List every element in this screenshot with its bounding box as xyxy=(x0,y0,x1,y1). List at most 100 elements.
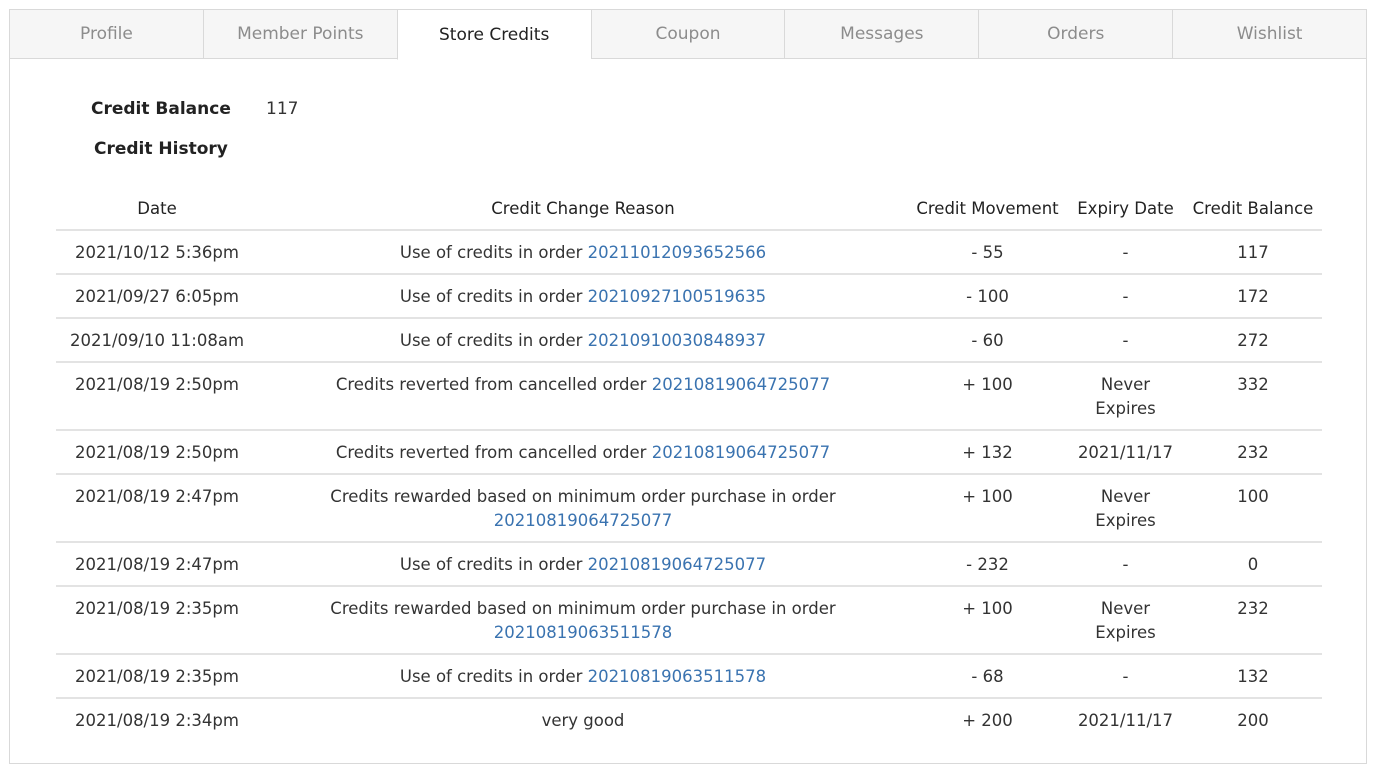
order-link[interactable]: 20210819064725077 xyxy=(494,511,672,530)
reason-text: very good xyxy=(541,711,625,730)
order-link[interactable]: 20210819064725077 xyxy=(588,555,766,574)
table-row: 2021/08/19 2:47pm Use of credits in orde… xyxy=(56,542,1322,587)
credit-balance-value: 117 xyxy=(266,99,299,119)
row-expiry: 2021/11/17 xyxy=(1067,430,1184,475)
row-expiry: - xyxy=(1067,542,1184,587)
order-link[interactable]: 20210819063511578 xyxy=(588,667,766,686)
row-movement: + 100 xyxy=(908,586,1067,655)
row-reason: Credits rewarded based on minimum order … xyxy=(258,474,908,543)
order-link[interactable]: 20210910030848937 xyxy=(588,331,766,350)
row-date: 2021/09/27 6:05pm xyxy=(56,274,258,319)
row-reason: very good xyxy=(258,698,908,741)
row-expiry: - xyxy=(1067,318,1184,363)
row-balance: 172 xyxy=(1184,274,1322,319)
header-date: Date xyxy=(56,187,258,231)
row-movement: + 200 xyxy=(962,711,1013,730)
row-expiry: - xyxy=(1067,274,1184,319)
row-reason: Use of credits in order 2021081906472507… xyxy=(258,542,908,587)
row-balance: 132 xyxy=(1184,654,1322,699)
row-date: 2021/08/19 2:47pm xyxy=(56,474,258,543)
table-row: 2021/08/19 2:35pm Use of credits in orde… xyxy=(56,654,1322,699)
row-reason: Credits reverted from cancelled order 20… xyxy=(258,362,908,431)
row-date: 2021/08/19 2:35pm xyxy=(56,586,258,655)
credit-balance-label: Credit Balance xyxy=(91,99,231,119)
order-link[interactable]: 20210819064725077 xyxy=(652,375,830,394)
row-expiry: Never Expires xyxy=(1067,586,1184,655)
order-link[interactable]: 20210819063511578 xyxy=(494,623,672,642)
table-row: 2021/09/27 6:05pm Use of credits in orde… xyxy=(56,274,1322,319)
credit-history-label: Credit History xyxy=(94,139,228,159)
table-row: 2021/08/19 2:50pm Credits reverted from … xyxy=(56,430,1322,475)
row-movement: - 100 xyxy=(908,274,1067,319)
credit-history-table: Date Credit Change Reason Credit Movemen… xyxy=(56,187,1322,741)
table-row: 2021/08/19 2:34pm very good + 200 2021/1… xyxy=(56,698,1322,741)
row-balance: 232 xyxy=(1184,586,1322,655)
reason-text: Use of credits in order xyxy=(399,331,588,350)
reason-text: Use of credits in order xyxy=(399,287,588,306)
order-link[interactable]: 20210927100519635 xyxy=(588,287,766,306)
row-reason: Credits rewarded based on minimum order … xyxy=(258,586,908,655)
table-row: 2021/10/12 5:36pm Use of credits in orde… xyxy=(56,230,1322,275)
table-row: 2021/08/19 2:50pm Credits reverted from … xyxy=(56,362,1322,431)
row-expiry: 2021/11/17 xyxy=(1077,711,1174,730)
row-expiry: Never Expires xyxy=(1067,474,1184,543)
tab-wishlist[interactable]: Wishlist xyxy=(1172,9,1368,59)
tab-messages[interactable]: Messages xyxy=(784,9,979,59)
reason-text: Use of credits in order xyxy=(399,243,588,262)
store-credits-panel: Credit Balance 117 Credit History Date C… xyxy=(9,58,1367,764)
row-movement: - 232 xyxy=(908,542,1067,587)
order-link[interactable]: 20210819064725077 xyxy=(652,443,830,462)
row-date: 2021/08/19 2:35pm xyxy=(56,654,258,699)
table-header-row: Date Credit Change Reason Credit Movemen… xyxy=(56,187,1322,231)
row-reason: Use of credits in order 2021101209365256… xyxy=(258,230,908,275)
credit-history-body: 2021/10/12 5:36pm Use of credits in orde… xyxy=(56,230,1322,741)
row-date: 2021/08/19 2:50pm xyxy=(56,430,258,475)
header-balance: Credit Balance xyxy=(1184,187,1322,231)
row-movement: - 68 xyxy=(908,654,1067,699)
row-balance: 117 xyxy=(1184,230,1322,275)
row-movement: - 60 xyxy=(908,318,1067,363)
row-balance: 232 xyxy=(1184,430,1322,475)
reason-text: Credits reverted from cancelled order xyxy=(335,443,652,462)
row-movement: - 55 xyxy=(908,230,1067,275)
row-balance: 272 xyxy=(1184,318,1322,363)
row-reason: Credits reverted from cancelled order 20… xyxy=(258,430,908,475)
row-balance: 200 xyxy=(1237,711,1269,730)
tab-coupon[interactable]: Coupon xyxy=(590,9,785,59)
row-date: 2021/09/10 11:08am xyxy=(56,318,258,363)
row-date: 2021/08/19 2:34pm xyxy=(75,711,239,730)
header-reason: Credit Change Reason xyxy=(258,187,908,231)
row-balance: 0 xyxy=(1184,542,1322,587)
row-balance: 100 xyxy=(1184,474,1322,543)
reason-text: Use of credits in order xyxy=(399,555,588,574)
order-link[interactable]: 20211012093652566 xyxy=(588,243,766,262)
row-movement: + 132 xyxy=(908,430,1067,475)
row-movement: + 100 xyxy=(908,362,1067,431)
reason-text: Credits rewarded based on minimum order … xyxy=(330,487,836,506)
reason-text: Credits reverted from cancelled order xyxy=(335,375,652,394)
account-tabs: Profile Member Points Store Credits Coup… xyxy=(9,9,1368,60)
tab-profile[interactable]: Profile xyxy=(9,9,203,59)
table-row: 2021/09/10 11:08am Use of credits in ord… xyxy=(56,318,1322,363)
row-reason: Use of credits in order 2021091003084893… xyxy=(258,318,908,363)
account-frame: Profile Member Points Store Credits Coup… xyxy=(9,9,1368,764)
row-expiry: - xyxy=(1067,230,1184,275)
row-date: 2021/10/12 5:36pm xyxy=(56,230,258,275)
row-expiry: - xyxy=(1067,654,1184,699)
row-reason: Use of credits in order 2021081906351157… xyxy=(258,654,908,699)
tab-store-credits[interactable]: Store Credits xyxy=(396,9,591,60)
tab-member-points[interactable]: Member Points xyxy=(202,9,397,59)
row-balance: 332 xyxy=(1184,362,1322,431)
header-movement: Credit Movement xyxy=(908,187,1067,231)
row-movement: + 100 xyxy=(908,474,1067,543)
tab-orders[interactable]: Orders xyxy=(978,9,1173,59)
row-expiry: Never Expires xyxy=(1067,362,1184,431)
reason-text: Use of credits in order xyxy=(399,667,588,686)
header-expiry: Expiry Date xyxy=(1067,187,1184,231)
table-row: 2021/08/19 2:35pm Credits rewarded based… xyxy=(56,586,1322,655)
row-date: 2021/08/19 2:47pm xyxy=(56,542,258,587)
row-reason: Use of credits in order 2021092710051963… xyxy=(258,274,908,319)
reason-text: Credits rewarded based on minimum order … xyxy=(330,599,836,618)
table-row: 2021/08/19 2:47pm Credits rewarded based… xyxy=(56,474,1322,543)
row-date: 2021/08/19 2:50pm xyxy=(56,362,258,431)
